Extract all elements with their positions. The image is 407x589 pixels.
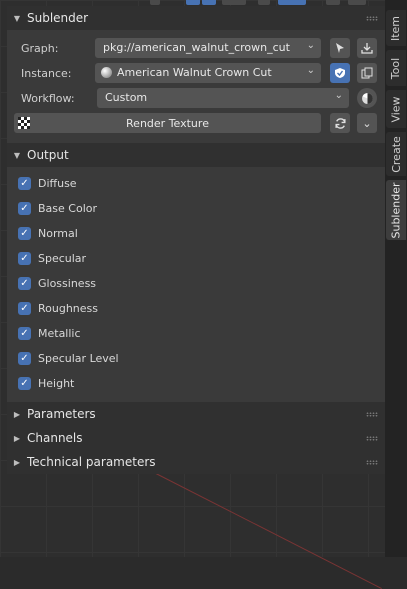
sublender-panel-title: Sublender [27,11,89,25]
refresh-icon [334,117,346,129]
tab-create[interactable]: Create [386,132,406,176]
checkbox-checked-icon[interactable]: ✓ [18,352,31,365]
chevron-down-icon: ⌄ [334,90,343,101]
output-item-label: Specular [38,252,87,265]
copy-icon [361,67,373,79]
output-panel-title: Output [27,148,69,162]
collapsed-section-header[interactable]: ▶ Parameters [7,402,385,426]
render-row: Render Texture ⌄ [7,113,385,135]
checkbox-checked-icon[interactable]: ✓ [18,302,31,315]
output-item-label: Specular Level [38,352,119,365]
sidebar-tabs: Item Tool View Create Sublender [385,0,407,557]
collapsed-section-header[interactable]: ▶ Technical parameters [7,450,385,474]
tab-item[interactable]: Item [386,10,406,46]
checkbox-checked-icon[interactable]: ✓ [18,252,31,265]
select-graph-button[interactable] [330,38,350,58]
shield-icon [335,68,345,78]
collapse-triangle-icon: ▼ [13,13,21,23]
collapsed-section-title: Parameters [27,407,96,421]
tab-create-label: Create [389,135,403,173]
output-item[interactable]: ✓ Glossiness [7,274,385,296]
graph-label: Graph: [21,42,59,55]
output-item[interactable]: ✓ Diffuse [7,174,385,196]
output-item[interactable]: ✓ Specular [7,249,385,271]
output-item-label: Metallic [38,327,81,340]
more-options-button[interactable]: ⌄ [357,113,377,133]
drag-grip-icon[interactable] [366,16,378,21]
instance-dropdown[interactable]: American Walnut Crown Cut ⌄ [95,63,321,83]
graph-dropdown[interactable]: pkg://american_walnut_crown_cut ⌄ [95,38,321,58]
output-item-label: Roughness [38,302,99,315]
tab-item-label: Item [389,15,403,41]
drag-grip-icon[interactable] [366,412,378,417]
tab-tool-label: Tool [389,57,403,79]
chevron-down-icon: ⌄ [306,65,315,76]
drag-grip-icon[interactable] [366,436,378,441]
shading-button[interactable] [357,88,377,108]
tab-tool[interactable]: Tool [386,50,406,86]
workflow-label: Workflow: [21,92,75,105]
chevron-down-icon: ⌄ [362,116,372,130]
collapsed-section-title: Channels [27,431,83,445]
output-item-label: Diffuse [38,177,77,190]
expand-triangle-icon: ▶ [13,433,21,443]
sublender-panel-header[interactable]: ▼ Sublender [7,6,385,30]
instance-label: Instance: [21,67,72,80]
output-item[interactable]: ✓ Specular Level [7,349,385,371]
expand-triangle-icon: ▶ [13,457,21,467]
checkbox-checked-icon[interactable]: ✓ [18,327,31,340]
tab-sublender[interactable]: Sublender [386,180,406,240]
output-item-label: Glossiness [38,277,97,290]
contrast-icon [361,92,373,104]
checkbox-checked-icon[interactable]: ✓ [18,227,31,240]
render-texture-button[interactable]: Render Texture [14,113,321,133]
download-icon [361,43,373,54]
collapse-triangle-icon: ▼ [13,150,21,160]
checkbox-checked-icon[interactable]: ✓ [18,377,31,390]
output-item-label: Base Color [38,202,98,215]
render-texture-label: Render Texture [126,116,209,130]
output-item[interactable]: ✓ Roughness [7,299,385,321]
output-item-label: Normal [38,227,78,240]
tab-sublender-label: Sublender [389,181,403,239]
x-axis-line [149,470,382,589]
output-item[interactable]: ✓ Base Color [7,199,385,221]
collapsed-section-header[interactable]: ▶ Channels [7,426,385,450]
duplicate-instance-button[interactable] [357,63,377,83]
expand-triangle-icon: ▶ [13,409,21,419]
sphere-icon [101,67,112,78]
sidebar-panel: ▼ Sublender Graph: pkg://american_walnut… [7,6,385,474]
output-item-label: Height [38,377,75,390]
import-graph-button[interactable] [357,38,377,58]
checkbox-checked-icon[interactable]: ✓ [18,277,31,290]
workflow-row: Workflow: Custom ⌄ [7,88,385,110]
graph-value: pkg://american_walnut_crown_cut [103,41,290,54]
drag-grip-icon[interactable] [366,460,378,465]
workflow-dropdown[interactable]: Custom ⌄ [97,88,349,108]
fake-user-button[interactable] [330,63,350,83]
pointer-icon [336,43,344,53]
tab-view[interactable]: View [386,90,406,128]
instance-row: Instance: American Walnut Crown Cut ⌄ [7,63,385,85]
collapsed-section-title: Technical parameters [27,455,156,469]
output-item[interactable]: ✓ Normal [7,224,385,246]
refresh-button[interactable] [330,113,350,133]
instance-value: American Walnut Crown Cut [117,66,272,79]
checkbox-checked-icon[interactable]: ✓ [18,177,31,190]
output-item[interactable]: ✓ Height [7,374,385,396]
workflow-value: Custom [105,91,148,104]
graph-row: Graph: pkg://american_walnut_crown_cut ⌄ [7,38,385,60]
checkbox-checked-icon[interactable]: ✓ [18,202,31,215]
output-item[interactable]: ✓ Metallic [7,324,385,346]
checker-icon [18,117,30,129]
output-panel-header[interactable]: ▼ Output [7,143,385,167]
chevron-down-icon: ⌄ [306,40,315,51]
tab-view-label: View [389,95,403,123]
